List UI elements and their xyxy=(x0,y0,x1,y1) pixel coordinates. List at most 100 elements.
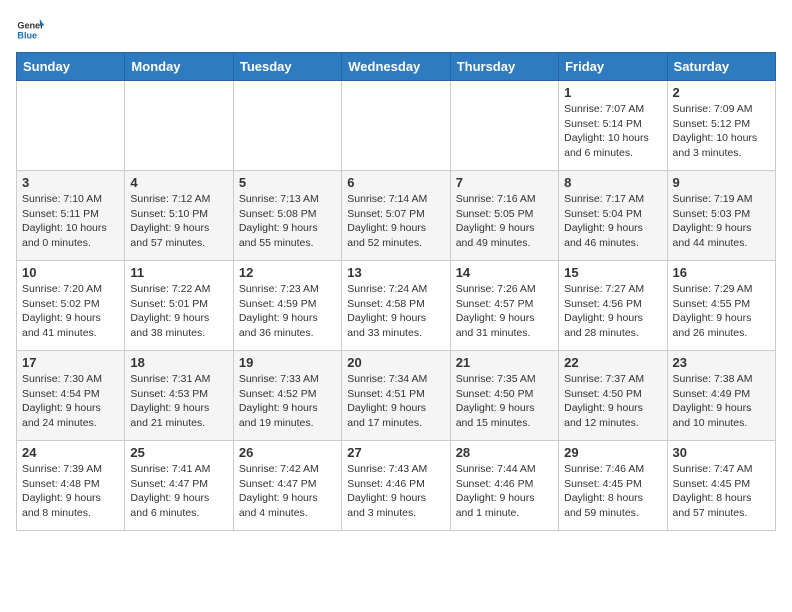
calendar-cell: 12Sunrise: 7:23 AM Sunset: 4:59 PM Dayli… xyxy=(233,261,341,351)
day-number: 13 xyxy=(347,265,444,280)
calendar-cell: 13 Sunrise: 7:24 AM Sunset: 4:58 PM Dayli… xyxy=(342,261,450,351)
day-info: Sunrise: 7:17 AM Sunset: 5:04 PM Dayligh… xyxy=(564,192,661,251)
calendar-cell: 7Sunrise: 7:16 AM Sunset: 5:05 PM Daylig… xyxy=(450,171,558,261)
calendar-cell: 22 Sunrise: 7:37 AM Sunset: 4:50 PM Dayli… xyxy=(559,351,667,441)
day-number: 29 xyxy=(564,445,661,460)
day-info: Sunrise: 7:22 AM Sunset: 5:01 PM Dayligh… xyxy=(130,282,227,341)
day-info: Sunrise: 7:44 AM Sunset: 4:46 PM Dayligh… xyxy=(456,462,553,521)
day-info: Sunrise: 7:31 AM Sunset: 4:53 PM Dayligh… xyxy=(130,372,227,431)
day-number: 10 xyxy=(22,265,119,280)
calendar-cell: 19Sunrise: 7:33 AM Sunset: 4:52 PM Dayli… xyxy=(233,351,341,441)
day-number: 24 xyxy=(22,445,119,460)
calendar-week-row: 10 Sunrise: 7:20 AM Sunset: 5:02 PM Dayli… xyxy=(17,261,776,351)
calendar-cell: 3 Sunrise: 7:10 AM Sunset: 5:11 PM Daylig… xyxy=(17,171,125,261)
day-info: Sunrise: 7:39 AM Sunset: 4:48 PM Dayligh… xyxy=(22,462,119,521)
day-info: Sunrise: 7:24 AM Sunset: 4:58 PM Dayligh… xyxy=(347,282,444,341)
calendar-cell: 1 Sunrise: 7:07 AM Sunset: 5:14 PM Daylig… xyxy=(559,81,667,171)
calendar-week-row: 24 Sunrise: 7:39 AM Sunset: 4:48 PM Dayli… xyxy=(17,441,776,531)
day-info: Sunrise: 7:23 AM Sunset: 4:59 PM Dayligh… xyxy=(239,282,336,341)
day-number: 27 xyxy=(347,445,444,460)
day-number: 1 xyxy=(564,85,661,100)
day-number: 14 xyxy=(456,265,553,280)
day-info: Sunrise: 7:09 AM Sunset: 5:12 PM Dayligh… xyxy=(673,102,770,161)
day-info: Sunrise: 7:46 AM Sunset: 4:45 PM Dayligh… xyxy=(564,462,661,521)
logo: General Blue xyxy=(16,16,48,44)
day-number: 5 xyxy=(239,175,336,190)
day-number: 22 xyxy=(564,355,661,370)
calendar-cell: 24 Sunrise: 7:39 AM Sunset: 4:48 PM Dayli… xyxy=(17,441,125,531)
calendar-cell xyxy=(233,81,341,171)
calendar-cell: 23 Sunrise: 7:38 AM Sunset: 4:49 PM Dayli… xyxy=(667,351,775,441)
day-number: 21 xyxy=(456,355,553,370)
day-info: Sunrise: 7:12 AM Sunset: 5:10 PM Dayligh… xyxy=(130,192,227,251)
day-number: 20 xyxy=(347,355,444,370)
day-number: 17 xyxy=(22,355,119,370)
day-number: 16 xyxy=(673,265,770,280)
calendar-cell xyxy=(17,81,125,171)
calendar-week-row: 3 Sunrise: 7:10 AM Sunset: 5:11 PM Daylig… xyxy=(17,171,776,261)
calendar-cell xyxy=(125,81,233,171)
day-info: Sunrise: 7:29 AM Sunset: 4:55 PM Dayligh… xyxy=(673,282,770,341)
day-number: 11 xyxy=(130,265,227,280)
day-number: 19 xyxy=(239,355,336,370)
calendar-cell: 30 Sunrise: 7:47 AM Sunset: 4:45 PM Dayli… xyxy=(667,441,775,531)
day-info: Sunrise: 7:20 AM Sunset: 5:02 PM Dayligh… xyxy=(22,282,119,341)
day-info: Sunrise: 7:38 AM Sunset: 4:49 PM Dayligh… xyxy=(673,372,770,431)
day-info: Sunrise: 7:30 AM Sunset: 4:54 PM Dayligh… xyxy=(22,372,119,431)
day-info: Sunrise: 7:47 AM Sunset: 4:45 PM Dayligh… xyxy=(673,462,770,521)
calendar-cell: 5Sunrise: 7:13 AM Sunset: 5:08 PM Daylig… xyxy=(233,171,341,261)
day-number: 2 xyxy=(673,85,770,100)
day-number: 8 xyxy=(564,175,661,190)
day-info: Sunrise: 7:43 AM Sunset: 4:46 PM Dayligh… xyxy=(347,462,444,521)
weekday-header: Friday xyxy=(559,53,667,81)
calendar-week-row: 1 Sunrise: 7:07 AM Sunset: 5:14 PM Daylig… xyxy=(17,81,776,171)
weekday-header: Wednesday xyxy=(342,53,450,81)
day-info: Sunrise: 7:37 AM Sunset: 4:50 PM Dayligh… xyxy=(564,372,661,431)
day-info: Sunrise: 7:19 AM Sunset: 5:03 PM Dayligh… xyxy=(673,192,770,251)
day-number: 28 xyxy=(456,445,553,460)
calendar-cell: 11 Sunrise: 7:22 AM Sunset: 5:01 PM Dayli… xyxy=(125,261,233,351)
calendar-cell: 28 Sunrise: 7:44 AM Sunset: 4:46 PM Dayli… xyxy=(450,441,558,531)
calendar-cell: 9 Sunrise: 7:19 AM Sunset: 5:03 PM Daylig… xyxy=(667,171,775,261)
day-info: Sunrise: 7:10 AM Sunset: 5:11 PM Dayligh… xyxy=(22,192,119,251)
calendar-cell: 6Sunrise: 7:14 AM Sunset: 5:07 PM Daylig… xyxy=(342,171,450,261)
calendar-cell: 27 Sunrise: 7:43 AM Sunset: 4:46 PM Dayli… xyxy=(342,441,450,531)
day-info: Sunrise: 7:27 AM Sunset: 4:56 PM Dayligh… xyxy=(564,282,661,341)
calendar-week-row: 17 Sunrise: 7:30 AM Sunset: 4:54 PM Dayli… xyxy=(17,351,776,441)
day-info: Sunrise: 7:07 AM Sunset: 5:14 PM Dayligh… xyxy=(564,102,661,161)
weekday-header: Monday xyxy=(125,53,233,81)
calendar-cell: 18 Sunrise: 7:31 AM Sunset: 4:53 PM Dayli… xyxy=(125,351,233,441)
calendar-cell: 8 Sunrise: 7:17 AM Sunset: 5:04 PM Daylig… xyxy=(559,171,667,261)
day-info: Sunrise: 7:16 AM Sunset: 5:05 PM Dayligh… xyxy=(456,192,553,251)
page-header: General Blue xyxy=(16,16,776,44)
day-info: Sunrise: 7:34 AM Sunset: 4:51 PM Dayligh… xyxy=(347,372,444,431)
day-info: Sunrise: 7:41 AM Sunset: 4:47 PM Dayligh… xyxy=(130,462,227,521)
calendar-cell: 16 Sunrise: 7:29 AM Sunset: 4:55 PM Dayli… xyxy=(667,261,775,351)
logo-icon: General Blue xyxy=(16,16,44,44)
weekday-header: Thursday xyxy=(450,53,558,81)
calendar-cell: 10 Sunrise: 7:20 AM Sunset: 5:02 PM Dayli… xyxy=(17,261,125,351)
svg-text:Blue: Blue xyxy=(17,30,37,40)
calendar-cell: 20 Sunrise: 7:34 AM Sunset: 4:51 PM Dayli… xyxy=(342,351,450,441)
day-number: 4 xyxy=(130,175,227,190)
day-info: Sunrise: 7:42 AM Sunset: 4:47 PM Dayligh… xyxy=(239,462,336,521)
day-info: Sunrise: 7:35 AM Sunset: 4:50 PM Dayligh… xyxy=(456,372,553,431)
day-number: 3 xyxy=(22,175,119,190)
calendar-cell: 15Sunrise: 7:27 AM Sunset: 4:56 PM Dayli… xyxy=(559,261,667,351)
calendar-cell xyxy=(450,81,558,171)
calendar-cell: 29 Sunrise: 7:46 AM Sunset: 4:45 PM Dayli… xyxy=(559,441,667,531)
weekday-header-row: SundayMondayTuesdayWednesdayThursdayFrid… xyxy=(17,53,776,81)
day-number: 26 xyxy=(239,445,336,460)
calendar-cell: 2 Sunrise: 7:09 AM Sunset: 5:12 PM Daylig… xyxy=(667,81,775,171)
day-number: 30 xyxy=(673,445,770,460)
weekday-header: Sunday xyxy=(17,53,125,81)
day-number: 23 xyxy=(673,355,770,370)
day-info: Sunrise: 7:14 AM Sunset: 5:07 PM Dayligh… xyxy=(347,192,444,251)
day-number: 9 xyxy=(673,175,770,190)
calendar-cell: 21 Sunrise: 7:35 AM Sunset: 4:50 PM Dayli… xyxy=(450,351,558,441)
day-info: Sunrise: 7:26 AM Sunset: 4:57 PM Dayligh… xyxy=(456,282,553,341)
calendar-table: SundayMondayTuesdayWednesdayThursdayFrid… xyxy=(16,52,776,531)
weekday-header: Tuesday xyxy=(233,53,341,81)
calendar-cell: 26 Sunrise: 7:42 AM Sunset: 4:47 PM Dayli… xyxy=(233,441,341,531)
day-number: 18 xyxy=(130,355,227,370)
